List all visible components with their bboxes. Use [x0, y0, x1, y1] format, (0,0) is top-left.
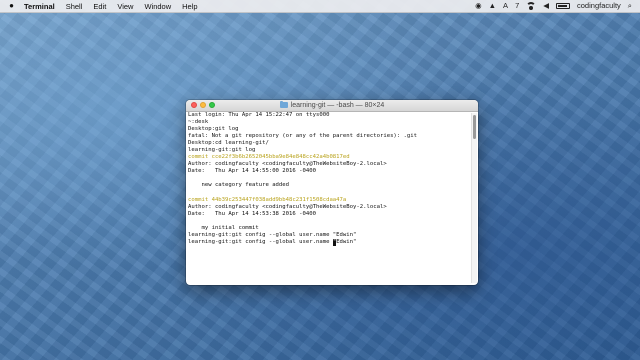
status-area: ◉ ▲ A 7 ◀ codingfaculty ⌕: [475, 0, 632, 12]
camera-icon[interactable]: ◉: [475, 0, 482, 12]
terminal-line: Author: codingfaculty <codingfaculty@The…: [188, 161, 387, 168]
folder-icon: [279, 101, 288, 108]
commit-line: commit 44b39c253447f038add9bb48c231f1508…: [188, 196, 347, 203]
terminal-line: Date: Thu Apr 14 14:55:00 2016 -0400: [188, 168, 316, 175]
menu-shell[interactable]: Shell: [66, 2, 83, 11]
terminal-output[interactable]: Last login: Thu Apr 14 15:22:47 on ttys0…: [188, 112, 470, 285]
terminal-window[interactable]: learning-git — -bash — 80×24 Last login:…: [186, 100, 478, 285]
commit-line: commit cce22f3b6b2652045bba9e84e848cc42a…: [188, 154, 350, 161]
user-name[interactable]: codingfaculty: [577, 0, 621, 12]
window-titlebar[interactable]: learning-git — -bash — 80×24: [186, 100, 478, 112]
terminal-line: Last login: Thu Apr 14 15:22:47 on ttys0…: [188, 112, 330, 118]
window-title-text: learning-git — -bash — 80×24: [290, 102, 385, 109]
scrollbar[interactable]: [471, 113, 477, 283]
badge-count[interactable]: 7: [515, 0, 519, 12]
menu-app-name[interactable]: Terminal: [24, 2, 55, 11]
window-title: learning-git — -bash — 80×24: [186, 100, 478, 111]
terminal-line: learning-git:git config --global user.na…: [188, 231, 357, 238]
terminal-line: Date: Thu Apr 14 14:53:38 2016 -0400: [188, 210, 316, 217]
battery-icon[interactable]: [556, 3, 571, 9]
a-icon[interactable]: A: [503, 0, 508, 12]
terminal-line: new category feature added: [188, 182, 290, 189]
terminal-line: my initial commit: [188, 224, 259, 231]
scrollbar-thumb[interactable]: [473, 115, 476, 139]
adobe-icon[interactable]: ▲: [489, 0, 496, 12]
volume-icon[interactable]: ◀: [543, 0, 549, 12]
menu-window[interactable]: Window: [144, 2, 171, 11]
terminal-line: ~:desk: [188, 119, 209, 126]
input-before-cursor: learning-git:git config --global user.na…: [188, 238, 333, 245]
terminal-line: Author: codingfaculty <codingfaculty@The…: [188, 203, 387, 210]
wifi-icon[interactable]: [526, 2, 537, 10]
terminal-line: learning-git:git log: [188, 147, 256, 154]
menu-edit[interactable]: Edit: [93, 2, 106, 11]
menu-help[interactable]: Help: [182, 2, 197, 11]
input-after-cursor: Edwin": [336, 238, 357, 245]
apple-menu-icon[interactable]: ●: [7, 0, 16, 12]
terminal-content[interactable]: Last login: Thu Apr 14 15:22:47 on ttys0…: [186, 112, 478, 285]
menu-bar: ● Terminal Shell Edit View Window Help ◉…: [0, 0, 640, 13]
search-icon[interactable]: ⌕: [628, 0, 632, 12]
terminal-line: Desktop:cd learning-git/: [188, 140, 269, 147]
current-input-line[interactable]: learning-git:git config --global user.na…: [188, 238, 470, 246]
menu-view[interactable]: View: [117, 2, 133, 11]
terminal-line: fatal: Not a git repository (or any of t…: [188, 133, 418, 140]
terminal-line: Desktop:git log: [188, 126, 239, 133]
